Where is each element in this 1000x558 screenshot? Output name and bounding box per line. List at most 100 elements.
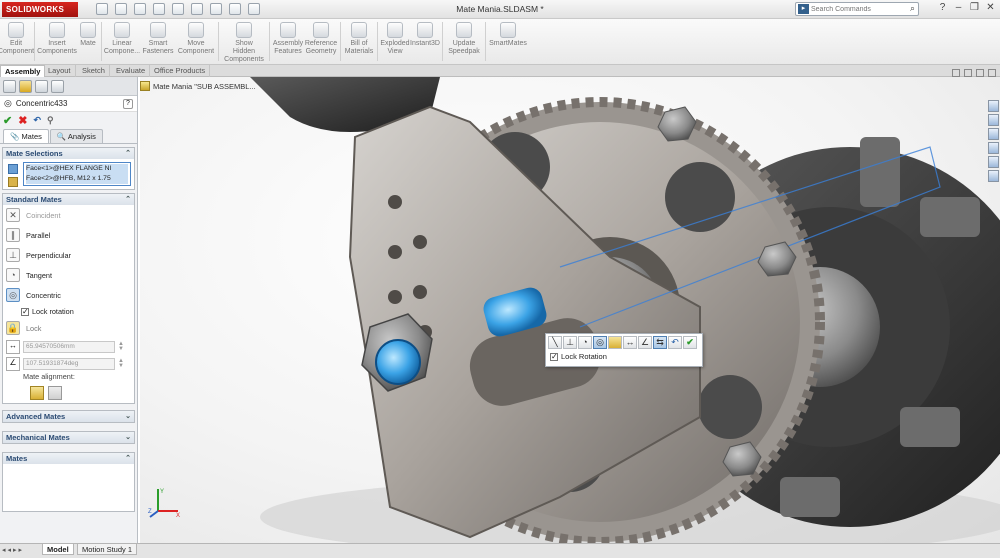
mate-option-perpendicular[interactable]: ⊥ Perpendicular	[3, 245, 134, 265]
mechanical-mates-header[interactable]: Mechanical Mates ⌄	[3, 432, 134, 443]
mates-header[interactable]: Mates ⌃	[3, 453, 134, 464]
feature-tree-flyout[interactable]: Mate Mania "SUB ASSEMBL...	[140, 80, 256, 92]
search-scope-icon[interactable]: ▸	[798, 4, 809, 14]
mate-option-lock[interactable]: 🔒 Lock	[3, 318, 134, 338]
collapse-icon[interactable]: ⌃	[125, 453, 131, 464]
tab-scroll-arrows[interactable]: ◂◂▸▸	[2, 546, 24, 554]
ribbon-button-instant3d[interactable]: Instant3D	[410, 19, 440, 65]
selection-item[interactable]: Face<1>@HEX FLANGE NI	[26, 164, 128, 174]
viewport-close-icon[interactable]	[988, 69, 996, 77]
tab-motion-study[interactable]: Motion Study 1	[77, 544, 138, 555]
viewport-restore-icon[interactable]	[952, 69, 960, 77]
ribbon-button-linear-compone[interactable]: Linear Compone...	[104, 19, 140, 65]
assembly-model[interactable]	[140, 77, 1000, 543]
viewport-maximize-icon[interactable]	[976, 69, 984, 77]
ribbon-button-bill-of-materials[interactable]: Bill of Materials	[343, 19, 375, 65]
angle-icon[interactable]: ∠	[638, 336, 652, 349]
rebuild-icon[interactable]	[210, 3, 222, 15]
tab-layout[interactable]: Layout	[44, 65, 76, 77]
lock-rotation-checkbox[interactable]: ✓ Lock rotation	[3, 305, 134, 318]
mate-option-coincident[interactable]: ✕ Coincident	[3, 205, 134, 225]
spinner-icon[interactable]: ▲ ▼	[118, 358, 124, 369]
configuration-manager-tab-icon[interactable]	[35, 80, 48, 93]
select-icon[interactable]	[191, 3, 203, 15]
lock-icon[interactable]	[608, 336, 622, 349]
tab-mates[interactable]: 📎 Mates	[3, 129, 49, 143]
file-explorer-icon[interactable]	[988, 128, 999, 140]
pushpin-icon[interactable]: ⚲	[47, 115, 54, 126]
options-icon[interactable]	[248, 3, 260, 15]
ok-icon[interactable]: ✔	[683, 336, 697, 349]
spinner-icon[interactable]: ▲ ▼	[118, 341, 124, 352]
distance-icon[interactable]: ↔	[623, 336, 637, 349]
ribbon-button-assembly-features[interactable]: Assembly Features	[272, 19, 304, 65]
save-icon[interactable]	[134, 3, 146, 15]
ribbon-button-update-speedpak[interactable]: Update Speedpak	[445, 19, 483, 65]
tab-evaluate[interactable]: Evaluate	[112, 65, 151, 77]
expand-icon[interactable]: ⌄	[125, 432, 131, 443]
mate-selections-list[interactable]: Face<1>@HEX FLANGE NI Face<2>@HFB, M12 x…	[23, 162, 131, 186]
appearances-icon[interactable]	[988, 156, 999, 168]
close-icon[interactable]: ✕	[985, 2, 996, 13]
perpendicular-icon[interactable]: ⊥	[563, 336, 577, 349]
file-properties-icon[interactable]	[229, 3, 241, 15]
expand-icon[interactable]: ⌄	[125, 411, 131, 422]
view-palette-icon[interactable]	[988, 142, 999, 154]
search-icon[interactable]: ⌕	[910, 3, 915, 14]
coincident-icon[interactable]: ╲	[548, 336, 562, 349]
aligned-icon[interactable]	[30, 386, 44, 400]
open-icon[interactable]	[115, 3, 127, 15]
help-icon[interactable]: ?	[937, 2, 948, 13]
mate-option-tangent[interactable]: ◔ Tangent	[3, 265, 134, 285]
mate-option-concentric[interactable]: ◎ Concentric	[3, 285, 134, 305]
search-input[interactable]	[811, 3, 901, 15]
ribbon-button-smart-fasteners[interactable]: Smart Fasteners	[140, 19, 176, 65]
advanced-mates-header[interactable]: Advanced Mates ⌄	[3, 411, 134, 422]
design-library-icon[interactable]	[988, 114, 999, 126]
lock-rotation-option[interactable]: ✓ Lock Rotation	[546, 349, 702, 361]
collapse-icon[interactable]: ⌃	[125, 148, 131, 159]
selection-item[interactable]: Face<2>@HFB, M12 x 1.75	[26, 174, 128, 184]
mate-option-parallel[interactable]: ∥ Parallel	[3, 225, 134, 245]
collapse-icon[interactable]: ⌃	[125, 194, 131, 205]
tab-office-products[interactable]: Office Products	[150, 65, 211, 77]
ribbon-button-move-component[interactable]: Move Component	[176, 19, 216, 65]
search-commands[interactable]: ▸ ⌕	[795, 2, 919, 16]
solidworks-logo[interactable]: SOLIDWORKS	[2, 2, 78, 17]
ribbon-button-show-hidden-components[interactable]: Show Hidden Components	[221, 19, 267, 65]
print-icon[interactable]	[153, 3, 165, 15]
undo-icon[interactable]: ↶	[33, 115, 41, 126]
ok-icon[interactable]: ✔	[3, 114, 12, 127]
custom-properties-icon[interactable]	[988, 170, 999, 182]
distance-input[interactable]	[23, 340, 115, 353]
tab-analysis[interactable]: 🔍 Analysis	[49, 129, 103, 143]
concentric-icon[interactable]: ◎	[593, 336, 607, 349]
resources-icon[interactable]	[988, 100, 999, 112]
mate-selections-header[interactable]: Mate Selections ⌃	[3, 148, 134, 159]
ribbon-button-exploded-view[interactable]: Exploded View	[380, 19, 410, 65]
property-manager-tab-icon[interactable]	[19, 80, 32, 93]
ribbon-button-edit-component[interactable]: Edit Component	[0, 19, 34, 65]
ribbon-button-smartmates[interactable]: SmartMates	[488, 19, 528, 65]
undo-icon[interactable]	[172, 3, 184, 15]
undo-icon[interactable]: ↶	[668, 336, 682, 349]
standard-mates-header[interactable]: Standard Mates ⌃	[3, 194, 134, 205]
tab-model[interactable]: Model	[42, 544, 74, 555]
tab-assembly[interactable]: Assembly	[0, 65, 46, 77]
restore-icon[interactable]: ❐	[969, 2, 980, 13]
ribbon-button-reference-geometry[interactable]: Reference Geometry	[304, 19, 338, 65]
feature-tree-tab-icon[interactable]	[3, 80, 16, 93]
ribbon-button-insert-components[interactable]: Insert Components	[37, 19, 77, 65]
flip-alignment-icon[interactable]: ⇆	[653, 336, 667, 349]
new-document-icon[interactable]	[96, 3, 108, 15]
angle-input[interactable]	[23, 357, 115, 370]
ribbon-button-mate[interactable]: Mate	[77, 19, 99, 65]
minimize-icon[interactable]: –	[953, 2, 964, 13]
cancel-icon[interactable]: ✖	[18, 114, 27, 127]
anti-aligned-icon[interactable]	[48, 386, 62, 400]
graphics-area[interactable]	[140, 77, 1000, 543]
tab-sketch[interactable]: Sketch	[78, 65, 110, 77]
viewport-tile-icon[interactable]	[964, 69, 972, 77]
checkbox-checked[interactable]: ✓	[550, 352, 558, 361]
help-icon[interactable]: ?	[123, 98, 133, 109]
